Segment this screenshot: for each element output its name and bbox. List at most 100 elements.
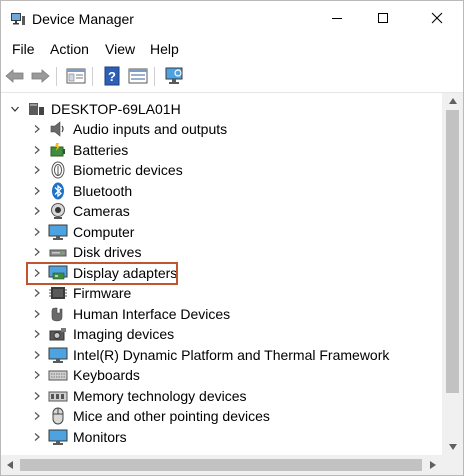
scroll-right-button[interactable] bbox=[424, 455, 442, 475]
scroll-right-arrow-icon bbox=[430, 461, 436, 469]
battery-icon bbox=[50, 143, 65, 157]
tree-item-label: Disk drives bbox=[73, 244, 142, 260]
imaging-device-icon bbox=[49, 328, 66, 341]
tree-item-computer[interactable]: Computer bbox=[1, 222, 442, 242]
tree-item-label: Display adapters bbox=[73, 265, 178, 281]
speaker-icon bbox=[50, 121, 64, 137]
memory-device-icon bbox=[48, 391, 68, 402]
vertical-scroll-thumb[interactable] bbox=[446, 110, 459, 393]
device-tree: DESKTOP-69LA01H Audio inputs and outputs… bbox=[1, 93, 442, 455]
device-manager-app-icon bbox=[11, 13, 25, 25]
chevron-right-icon[interactable] bbox=[32, 227, 42, 237]
chevron-right-icon[interactable] bbox=[32, 329, 42, 339]
forward-arrow-icon bbox=[31, 69, 50, 83]
vertical-scrollbar[interactable] bbox=[442, 93, 463, 455]
chevron-right-icon[interactable] bbox=[32, 432, 42, 442]
tree-item-label: Bluetooth bbox=[73, 183, 133, 199]
menu-bar: File Action View Help bbox=[1, 38, 463, 60]
help-icon: ? bbox=[104, 66, 120, 86]
menu-action[interactable]: Action bbox=[50, 41, 89, 57]
toolbar-separator bbox=[154, 67, 155, 86]
fingerprint-icon bbox=[51, 161, 65, 179]
maximize-button[interactable] bbox=[360, 1, 406, 35]
chevron-right-icon[interactable] bbox=[32, 309, 42, 319]
tree-item-label: Keyboards bbox=[73, 367, 140, 383]
minimize-button[interactable] bbox=[314, 1, 360, 35]
chevron-right-icon[interactable] bbox=[32, 350, 42, 360]
monitor-scan-icon bbox=[165, 67, 183, 84]
chevron-down-icon[interactable] bbox=[10, 104, 20, 114]
hid-icon bbox=[51, 307, 63, 322]
scroll-down-arrow-icon bbox=[448, 444, 457, 450]
scrollbar-corner bbox=[442, 455, 463, 475]
tree-item-label: Imaging devices bbox=[73, 326, 175, 342]
chevron-right-icon[interactable] bbox=[32, 391, 42, 401]
tree-item-label: Monitors bbox=[73, 429, 127, 445]
properties-icon bbox=[66, 68, 86, 84]
tree-item-batteries[interactable]: Batteries bbox=[1, 140, 442, 160]
minimize-icon bbox=[332, 18, 342, 19]
intel-device-icon bbox=[48, 347, 68, 363]
back-button[interactable] bbox=[4, 65, 26, 87]
tree-item-intel-dptf[interactable]: Intel(R) Dynamic Platform and Thermal Fr… bbox=[1, 345, 442, 365]
tree-item-hid[interactable]: Human Interface Devices bbox=[1, 304, 442, 324]
chevron-right-icon[interactable] bbox=[32, 370, 42, 380]
tree-item-cameras[interactable]: Cameras bbox=[1, 201, 442, 221]
forward-button[interactable] bbox=[29, 65, 51, 87]
chevron-right-icon[interactable] bbox=[32, 247, 42, 257]
tree-item-label: Biometric devices bbox=[73, 162, 183, 178]
tree-item-label: Batteries bbox=[73, 142, 129, 158]
chevron-right-icon[interactable] bbox=[32, 124, 42, 134]
scroll-down-button[interactable] bbox=[442, 439, 463, 455]
tree-item-display-adapters[interactable]: Display adapters bbox=[1, 263, 442, 283]
tree-item-bluetooth[interactable]: Bluetooth bbox=[1, 181, 442, 201]
tree-item-label: Cameras bbox=[73, 203, 130, 219]
device-manager-window: Device Manager File Action View Help ? D… bbox=[0, 0, 464, 476]
menu-file[interactable]: File bbox=[12, 41, 35, 57]
computer-icon bbox=[29, 103, 44, 115]
properties-button[interactable] bbox=[65, 65, 87, 87]
chevron-right-icon[interactable] bbox=[32, 186, 42, 196]
menu-view[interactable]: View bbox=[105, 41, 135, 57]
firmware-icon bbox=[49, 287, 67, 299]
horizontal-scrollbar[interactable] bbox=[1, 455, 463, 475]
tree-item-keyboards[interactable]: Keyboards bbox=[1, 365, 442, 385]
tree-item-biometric[interactable]: Biometric devices bbox=[1, 160, 442, 180]
toolbar-separator bbox=[92, 67, 93, 86]
computer-icon bbox=[48, 224, 68, 240]
help-button[interactable]: ? bbox=[101, 65, 123, 87]
disk-drive-icon bbox=[49, 249, 67, 257]
tree-root-label: DESKTOP-69LA01H bbox=[51, 101, 181, 117]
update-driver-button[interactable] bbox=[127, 65, 149, 87]
monitor-icon bbox=[48, 429, 68, 445]
chevron-right-icon[interactable] bbox=[32, 145, 42, 155]
tree-item-firmware[interactable]: Firmware bbox=[1, 283, 442, 303]
tree-item-disk-drives[interactable]: Disk drives bbox=[1, 242, 442, 262]
tree-item-audio[interactable]: Audio inputs and outputs bbox=[1, 119, 442, 139]
chevron-right-icon[interactable] bbox=[32, 288, 42, 298]
mouse-icon bbox=[52, 407, 64, 425]
scan-hardware-button[interactable] bbox=[163, 65, 185, 87]
scroll-up-arrow-icon bbox=[448, 98, 457, 104]
chevron-right-icon[interactable] bbox=[32, 268, 42, 278]
tree-item-memory-tech[interactable]: Memory technology devices bbox=[1, 386, 442, 406]
close-icon bbox=[431, 12, 443, 24]
chevron-right-icon[interactable] bbox=[32, 206, 42, 216]
chevron-right-icon[interactable] bbox=[32, 411, 42, 421]
scroll-left-button[interactable] bbox=[1, 455, 19, 475]
title-bar[interactable]: Device Manager bbox=[1, 1, 463, 37]
tree-item-monitors[interactable]: Monitors bbox=[1, 427, 442, 447]
toolbar: ? bbox=[1, 62, 463, 93]
tree-item-imaging[interactable]: Imaging devices bbox=[1, 324, 442, 344]
scroll-up-button[interactable] bbox=[442, 93, 463, 109]
menu-help[interactable]: Help bbox=[150, 41, 179, 57]
tree-item-mice[interactable]: Mice and other pointing devices bbox=[1, 406, 442, 426]
window-title: Device Manager bbox=[32, 11, 134, 27]
keyboard-icon bbox=[48, 370, 68, 381]
horizontal-scroll-thumb[interactable] bbox=[20, 459, 422, 471]
tree-root-computer[interactable]: DESKTOP-69LA01H bbox=[1, 99, 442, 119]
tree-item-label: Memory technology devices bbox=[73, 388, 247, 404]
chevron-right-icon[interactable] bbox=[32, 165, 42, 175]
toolbar-separator bbox=[56, 67, 57, 86]
close-button[interactable] bbox=[414, 1, 460, 35]
